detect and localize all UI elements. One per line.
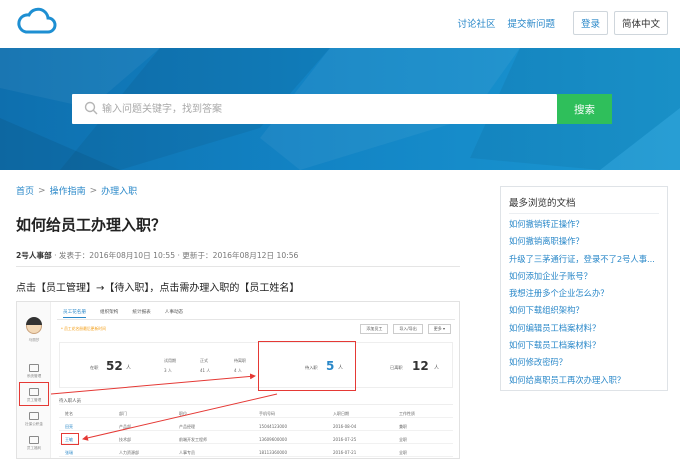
doc-link[interactable]: 如何修改密码？	[509, 356, 655, 373]
article-author: 2号人事部	[16, 251, 52, 260]
popular-docs-panel: 最多浏览的文档 如何撤销转正操作？ 如何撤销离职操作？ 升级了三茅通行证，登录不…	[500, 186, 668, 391]
doc-link[interactable]: 如何编辑员工档案材料？	[509, 322, 655, 339]
search-icon	[84, 101, 98, 115]
community-link[interactable]: 讨论社区	[457, 16, 495, 30]
doc-link[interactable]: 升级了三茅通行证，登录不了2号人事...	[509, 253, 655, 270]
breadcrumb-home[interactable]: 首页	[16, 184, 34, 197]
breadcrumb-separator: >	[38, 185, 46, 196]
doc-link[interactable]: 如何下载组织架构？	[509, 304, 655, 321]
top-nav: 讨论社区 提交新问题 登录 简体中文	[457, 11, 668, 35]
updated-date: · 更新于：2016年08月12日 10:56	[177, 251, 299, 260]
article-meta: 2号人事部 · 发表于：2016年08月10日 10:55 · 更新于：2016…	[16, 250, 298, 261]
arrow-to-name	[82, 393, 278, 441]
page-title: 如何给员工办理入职？	[16, 216, 167, 234]
cloud-logo-icon[interactable]	[16, 6, 58, 38]
doc-link[interactable]: 如何给离职员工再次办理入职？	[509, 374, 655, 391]
divider	[509, 213, 659, 214]
doc-link[interactable]: 我想注册多个企业怎么办？	[509, 287, 655, 304]
search-input[interactable]	[102, 94, 542, 124]
login-button[interactable]: 登录	[572, 11, 608, 35]
doc-link[interactable]: 如何添加企业子账号？	[509, 270, 655, 287]
breadcrumb: 首页 > 操作指南 > 办理入职	[16, 184, 137, 198]
language-button[interactable]: 简体中文	[613, 11, 668, 35]
doc-link[interactable]: 如何撤销转正操作？	[509, 218, 655, 235]
breadcrumb-onboarding[interactable]: 办理入职	[101, 184, 137, 197]
doc-link[interactable]: 如何撤销离职操作？	[509, 235, 655, 252]
divider	[16, 266, 460, 267]
hero-banner: 搜索	[0, 48, 680, 170]
search-box	[72, 94, 557, 124]
arrow-to-pending	[50, 373, 256, 395]
popular-docs-list: 如何撤销转正操作？ 如何撤销离职操作？ 升级了三茅通行证，登录不了2号人事...…	[509, 218, 655, 391]
annotation-arrows	[50, 373, 278, 441]
popular-docs-title: 最多浏览的文档	[509, 198, 576, 209]
article-screenshot: 马丽莎 系统管理 员工管理 社保公积金 员工福利 员工花名册 组织架构 统计报表…	[16, 301, 460, 459]
published-date: · 发表于：2016年08月10日 10:55	[54, 251, 176, 260]
doc-link[interactable]: 如何下载员工档案材料？	[509, 339, 655, 356]
search-button[interactable]: 搜索	[557, 94, 612, 124]
submit-question-link[interactable]: 提交新问题	[507, 16, 555, 30]
article-paragraph: 点击【员工管理】→【待入职】，点击需办理入职的【员工姓名】	[16, 283, 300, 294]
breadcrumb-separator: >	[89, 185, 98, 196]
breadcrumb-guide[interactable]: 操作指南	[50, 184, 86, 197]
top-bar: 讨论社区 提交新问题 登录 简体中文	[0, 0, 680, 48]
